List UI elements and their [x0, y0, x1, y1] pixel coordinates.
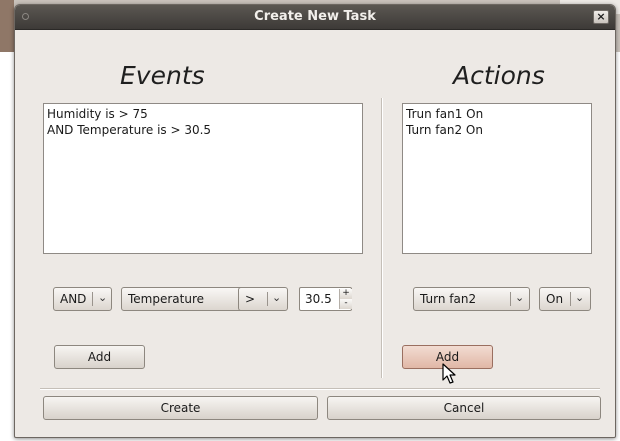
chevron-down-icon: ⌄ [98, 291, 108, 304]
operator-select-value: > [245, 292, 256, 306]
combo-separator [267, 292, 268, 306]
device-select-value: Turn fan2 [420, 292, 477, 306]
chevron-down-icon: ⌄ [575, 291, 585, 304]
device-select[interactable]: Turn fan2 ⌄ [413, 287, 530, 311]
create-button[interactable]: Create [43, 396, 318, 420]
combo-separator [92, 292, 93, 306]
events-line[interactable]: Humidity is > 75 [47, 106, 359, 122]
state-select-value: On [546, 292, 564, 306]
chevron-down-icon: ⌄ [272, 291, 282, 304]
close-button[interactable]: × [593, 10, 609, 24]
actions-line[interactable]: Turn fan2 On [406, 122, 588, 138]
combo-separator [510, 292, 511, 306]
chevron-down-icon: ⌄ [515, 291, 525, 304]
create-task-dialog: Create New Task × Events Humidity is > 7… [14, 4, 616, 438]
value-spinbox[interactable]: 30.5 + - [299, 287, 352, 311]
spin-down-button[interactable]: - [339, 299, 352, 309]
events-line[interactable]: AND Temperature is > 30.5 [47, 122, 359, 138]
combo-separator [570, 292, 571, 306]
window-title: Create New Task [254, 9, 376, 24]
value-spinbox-text[interactable]: 30.5 [305, 292, 332, 306]
events-heading: Events [120, 61, 205, 90]
logic-select[interactable]: AND ⌄ [53, 287, 112, 311]
title-bar[interactable]: Create New Task × [15, 5, 615, 30]
operator-select[interactable]: > ⌄ [238, 287, 288, 311]
actions-list[interactable]: Trun fan1 On Turn fan2 On [402, 103, 592, 254]
section-divider [381, 98, 383, 378]
logic-select-value: AND [60, 292, 87, 306]
cancel-button[interactable]: Cancel [327, 396, 601, 420]
mouse-pointer-icon [442, 363, 456, 384]
state-select[interactable]: On ⌄ [539, 287, 591, 311]
desktop-window-edge [0, 0, 14, 52]
field-select-value: Temperature [128, 292, 205, 306]
add-event-button[interactable]: Add [54, 345, 145, 369]
events-list[interactable]: Humidity is > 75 AND Temperature is > 30… [43, 103, 363, 254]
footer-divider [40, 388, 600, 390]
actions-heading: Actions [453, 61, 545, 90]
actions-line[interactable]: Trun fan1 On [406, 106, 588, 122]
